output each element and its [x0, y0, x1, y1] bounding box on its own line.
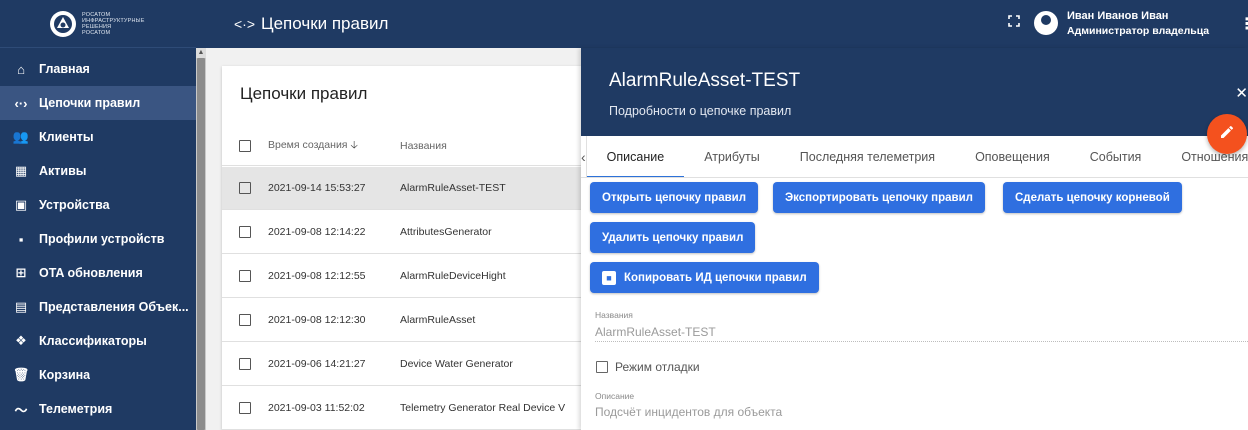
more-vert-icon[interactable]: ⋮	[1239, 14, 1248, 34]
details-title: AlarmRuleAsset-TEST	[609, 70, 801, 91]
pencil-icon	[1219, 124, 1235, 145]
sidebar-item-devices[interactable]: ▣ Устройства	[0, 188, 196, 222]
sidebar-nav: ⌂ Главная ‹·› Цепочки правил 👥 Клиенты ▦ Акт…	[0, 48, 196, 426]
row-checkbox[interactable]	[239, 226, 251, 238]
code-icon: ‹·›	[14, 95, 28, 111]
details-tabs: ‹ Описание Атрибуты Последняя телеметрия…	[581, 136, 1248, 178]
details-header: AlarmRuleAsset-TEST Подробности о цепочк…	[581, 48, 1248, 136]
row-checkbox[interactable]	[239, 402, 251, 414]
table-row[interactable]: 2021-09-06 14:21:27 Device Water Generat…	[222, 343, 582, 386]
row-checkbox[interactable]	[239, 314, 251, 326]
column-header-name[interactable]: Названия	[400, 140, 582, 152]
row-checkbox[interactable]	[239, 358, 251, 370]
user-name: Иван Иванов Иван	[1067, 10, 1169, 22]
scroll-up-arrow-icon[interactable]: ▲	[196, 48, 206, 58]
table-row[interactable]: 2021-09-08 12:14:22 AttributesGenerator	[222, 211, 582, 254]
sidebar-scrollbar[interactable]	[196, 48, 206, 430]
user-info[interactable]: Иван Иванов Иван Администратор владельца	[1067, 9, 1209, 39]
profile-icon: ▪	[18, 231, 24, 247]
user-role: Администратор владельца	[1067, 25, 1210, 37]
copy-rule-chain-id-button[interactable]: ■ Копировать ИД цепочки правил	[590, 262, 819, 293]
debug-mode-checkbox[interactable]	[596, 361, 608, 373]
sidebar-item-classifiers[interactable]: ❖ Классификаторы	[0, 324, 196, 358]
row-checkbox[interactable]	[239, 182, 251, 194]
top-bar: <·> Цепочки правил Иван Иванов Иван Адми…	[196, 0, 1248, 48]
table-row[interactable]: 2021-09-14 15:53:27 AlarmRuleAsset-TEST	[222, 167, 582, 210]
description-field-label: Описание	[595, 391, 635, 401]
tab-latest-telemetry[interactable]: Последняя телеметрия	[780, 136, 955, 177]
telemetry-icon: 〜	[14, 402, 28, 418]
sort-arrow-down-icon: 🡣	[350, 138, 358, 151]
trash-icon: 🗑	[12, 367, 30, 382]
classifier-icon: ❖	[15, 333, 27, 348]
table-row[interactable]: 2021-09-03 11:52:02 Telemetry Generator …	[222, 387, 582, 430]
scrollbar-thumb[interactable]	[197, 58, 205, 430]
name-field-label: Названия	[595, 310, 633, 320]
code-icon: <·>	[234, 16, 256, 32]
sidebar-item-home[interactable]: ⌂ Главная	[0, 52, 196, 86]
row-checkbox[interactable]	[239, 270, 251, 282]
table-row[interactable]: 2021-09-08 12:12:30 AlarmRuleAsset	[222, 299, 582, 342]
tab-events[interactable]: События	[1070, 136, 1162, 177]
sidebar: Росатом Инфраструктурные решения Росатом…	[0, 0, 196, 430]
sidebar-item-device-profiles[interactable]: ▪ Профили устройств	[0, 222, 196, 256]
tab-attributes[interactable]: Атрибуты	[684, 136, 780, 177]
logo-text: Росатом Инфраструктурные решения Росатом	[82, 11, 145, 36]
sidebar-item-trash[interactable]: 🗑 Корзина	[0, 358, 196, 392]
logo[interactable]: Росатом Инфраструктурные решения Росатом	[0, 0, 196, 48]
name-field[interactable]: AlarmRuleAsset-TEST	[595, 325, 716, 339]
details-subtitle: Подробности о цепочке правил	[609, 104, 792, 118]
people-icon: 👥	[12, 129, 30, 144]
debug-mode-label: Режим отладки	[615, 360, 700, 374]
sidebar-item-assets[interactable]: ▦ Активы	[0, 154, 196, 188]
fullscreen-icon[interactable]	[1008, 14, 1020, 30]
clipboard-icon: ■	[602, 270, 616, 285]
rule-chain-details-panel: AlarmRuleAsset-TEST Подробности о цепочк…	[581, 48, 1248, 430]
page-title: <·> Цепочки правил	[234, 14, 389, 33]
table-title: Цепочки правил	[240, 84, 368, 103]
sidebar-item-ota[interactable]: ⊞ OTA обновления	[0, 256, 196, 290]
rosatom-logo-icon	[50, 10, 76, 37]
select-all-checkbox[interactable]	[239, 139, 251, 152]
open-rule-chain-button[interactable]: Открыть цепочку правил	[590, 182, 759, 213]
account-circle-icon[interactable]	[1034, 11, 1058, 35]
table-header: Время создания 🡣 Названия	[222, 126, 582, 166]
domain-icon: ▦	[14, 163, 28, 178]
rule-chains-table-card: Цепочки правил Время создания 🡣 Названия…	[222, 66, 582, 430]
tab-alarms[interactable]: Оповещения	[955, 136, 1070, 177]
close-icon[interactable]: ✕	[1235, 84, 1248, 102]
export-rule-chain-button[interactable]: Экспортировать цепочку правил	[773, 182, 985, 213]
devices-icon: ▣	[14, 197, 28, 212]
sidebar-item-entity-views[interactable]: ▤ Представления Объек...	[0, 290, 196, 324]
sidebar-item-customers[interactable]: 👥 Клиенты	[0, 120, 196, 154]
sidebar-item-rule-chains[interactable]: ‹·› Цепочки правил	[0, 86, 196, 120]
table-row[interactable]: 2021-09-08 12:12:55 AlarmRuleDeviceHight	[222, 255, 582, 298]
home-icon: ⌂	[17, 61, 25, 77]
tab-description[interactable]: Описание	[586, 136, 685, 177]
memory-icon: ⊞	[15, 265, 27, 280]
column-header-created-time[interactable]: Время создания 🡣	[268, 137, 400, 155]
description-field[interactable]: Подсчёт инцидентов для объекта	[595, 405, 782, 419]
delete-rule-chain-button[interactable]: Удалить цепочку правил	[590, 222, 756, 253]
view-icon: ▤	[14, 299, 28, 314]
sidebar-item-telemetry[interactable]: 〜 Телеметрия	[0, 392, 196, 426]
edit-button[interactable]	[1207, 114, 1247, 154]
make-root-button[interactable]: Сделать цепочку корневой	[1003, 182, 1182, 213]
name-field-underline	[595, 341, 1248, 342]
